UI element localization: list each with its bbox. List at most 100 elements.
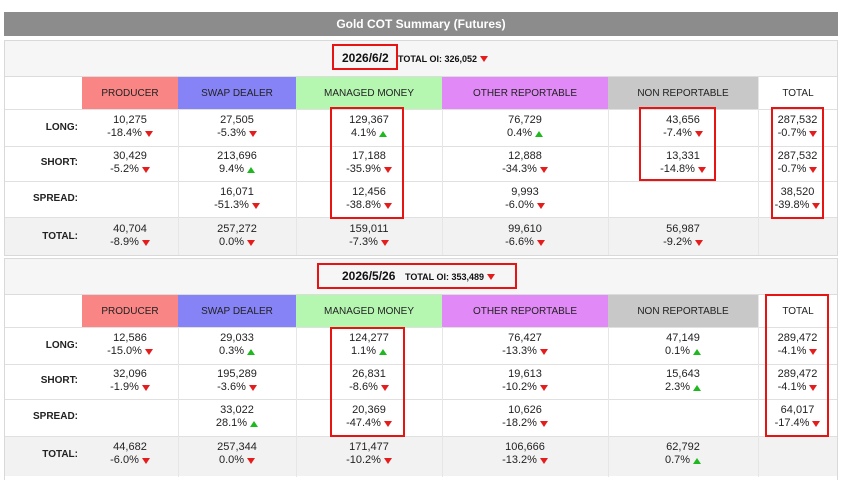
change: 0.3% bbox=[218, 345, 245, 357]
col-header-managed-money: MANAGED MONEY bbox=[296, 77, 442, 109]
value: 32,096 bbox=[113, 368, 147, 380]
highlight-total bbox=[765, 294, 829, 437]
arrow-down-icon bbox=[144, 130, 153, 137]
value: 16,071 bbox=[220, 186, 254, 198]
highlight-date bbox=[332, 44, 398, 70]
cell-short-other: 19,613 -10.2% bbox=[442, 368, 608, 394]
change: -18.2% bbox=[502, 417, 537, 429]
change: -6.6% bbox=[505, 236, 534, 248]
page-title: Gold COT Summary (Futures) bbox=[4, 12, 838, 36]
cell-total-managed: 171,477 -10.2% bbox=[296, 441, 442, 467]
value: 12,888 bbox=[508, 150, 542, 162]
col-header-swap-dealer: SWAP DEALER bbox=[178, 77, 296, 109]
highlight-non-reportable bbox=[639, 107, 716, 181]
value: 159,011 bbox=[349, 223, 389, 235]
change: -15.0% bbox=[107, 345, 142, 357]
value: 56,987 bbox=[666, 223, 700, 235]
col-header-producer: PRODUCER bbox=[82, 77, 178, 109]
row-label-long: LONG: bbox=[45, 122, 78, 133]
cell-total-other: 106,666 -13.2% bbox=[442, 441, 608, 467]
cot-section-2: 2026/5/26 TOTAL OI: 353,489 PRODUCER SWA… bbox=[4, 258, 838, 480]
cell-long-other: 76,427 -13.3% bbox=[442, 332, 608, 358]
total-oi-label: TOTAL OI: bbox=[398, 54, 442, 64]
arrow-up-icon bbox=[535, 130, 544, 137]
section-header: 2026/6/2 TOTAL OI: 326,052 bbox=[5, 41, 837, 77]
value: 29,033 bbox=[220, 332, 254, 344]
change: 28.1% bbox=[215, 417, 248, 429]
change: 0.0% bbox=[218, 454, 245, 466]
highlight-managed-money bbox=[330, 107, 404, 219]
cell-long-nonrep: 47,149 0.1% bbox=[608, 332, 758, 358]
change: -18.4% bbox=[107, 127, 142, 139]
row-label-spread: SPREAD: bbox=[32, 193, 78, 204]
col-header-producer: PRODUCER bbox=[82, 295, 178, 327]
arrow-down-icon bbox=[248, 130, 257, 137]
arrow-down-icon bbox=[539, 166, 548, 173]
cell-long-producer: 10,275 -18.4% bbox=[82, 114, 178, 140]
value: 44,682 bbox=[113, 441, 147, 453]
cell-total-swap: 257,344 0.0% bbox=[178, 441, 296, 467]
change: 0.1% bbox=[664, 345, 691, 357]
arrow-down-icon bbox=[383, 457, 392, 464]
total-oi-value: 326,052 bbox=[444, 54, 478, 64]
arrow-up-icon bbox=[247, 348, 256, 355]
cot-section-1: 2026/6/2 TOTAL OI: 326,052 PRODUCER SWAP… bbox=[4, 40, 838, 256]
cell-short-swap: 195,289 -3.6% bbox=[178, 368, 296, 394]
change: 0.4% bbox=[506, 127, 533, 139]
cell-total-producer: 40,704 -8.9% bbox=[82, 223, 178, 249]
arrow-down-icon bbox=[144, 348, 153, 355]
arrow-down-icon bbox=[141, 166, 150, 173]
value: 99,610 bbox=[508, 223, 542, 235]
cell-short-producer: 30,429 -5.2% bbox=[82, 150, 178, 176]
arrow-down-icon bbox=[694, 239, 703, 246]
arrow-down-icon bbox=[251, 202, 260, 209]
row-label-short: SHORT: bbox=[40, 375, 78, 386]
change: -10.2% bbox=[502, 381, 537, 393]
value: 171,477 bbox=[349, 441, 389, 453]
value: 195,289 bbox=[217, 368, 257, 380]
arrow-down-icon bbox=[536, 239, 545, 246]
row-label-spread: SPREAD: bbox=[32, 411, 78, 422]
cell-long-other: 76,729 0.4% bbox=[442, 114, 608, 140]
cell-short-other: 12,888 -34.3% bbox=[442, 150, 608, 176]
cell-long-swap: 29,033 0.3% bbox=[178, 332, 296, 358]
value: 15,643 bbox=[666, 368, 700, 380]
change: -8.9% bbox=[110, 236, 139, 248]
value: 19,613 bbox=[508, 368, 542, 380]
arrow-down-icon bbox=[141, 239, 150, 246]
arrow-up-icon bbox=[250, 420, 259, 427]
cell-total-swap: 257,272 0.0% bbox=[178, 223, 296, 249]
change: 0.7% bbox=[664, 454, 691, 466]
highlight-total bbox=[771, 107, 824, 219]
cell-total-other: 99,610 -6.6% bbox=[442, 223, 608, 249]
cell-spread-swap: 16,071 -51.3% bbox=[178, 186, 296, 212]
value: 12,586 bbox=[113, 332, 147, 344]
arrow-down-icon bbox=[539, 348, 548, 355]
row-label-short: SHORT: bbox=[40, 157, 78, 168]
change: -9.2% bbox=[663, 236, 692, 248]
change: -6.0% bbox=[110, 454, 139, 466]
value: 62,792 bbox=[666, 441, 700, 453]
change: -6.0% bbox=[505, 199, 534, 211]
col-header-total: TOTAL bbox=[758, 77, 837, 109]
value: 257,272 bbox=[217, 223, 257, 235]
cell-total-producer: 44,682 -6.0% bbox=[82, 441, 178, 467]
change: 9.4% bbox=[218, 163, 245, 175]
cell-total-nonrep: 56,987 -9.2% bbox=[608, 223, 758, 249]
col-header-managed-money: MANAGED MONEY bbox=[296, 295, 442, 327]
change: -7.3% bbox=[349, 236, 378, 248]
cell-spread-other: 9,993 -6.0% bbox=[442, 186, 608, 212]
change: -10.2% bbox=[346, 454, 381, 466]
highlight-managed-money bbox=[330, 327, 405, 437]
value: 40,704 bbox=[113, 223, 147, 235]
arrow-down-icon bbox=[479, 56, 488, 62]
value: 30,429 bbox=[113, 150, 147, 162]
change: -5.3% bbox=[217, 127, 246, 139]
arrow-down-icon bbox=[248, 384, 257, 391]
row-label-total: TOTAL: bbox=[42, 449, 78, 460]
col-header-other-reportable: OTHER REPORTABLE bbox=[442, 295, 608, 327]
col-header-other-reportable: OTHER REPORTABLE bbox=[442, 77, 608, 109]
change: -5.2% bbox=[110, 163, 139, 175]
value: 106,666 bbox=[505, 441, 545, 453]
value: 33,022 bbox=[220, 404, 254, 416]
